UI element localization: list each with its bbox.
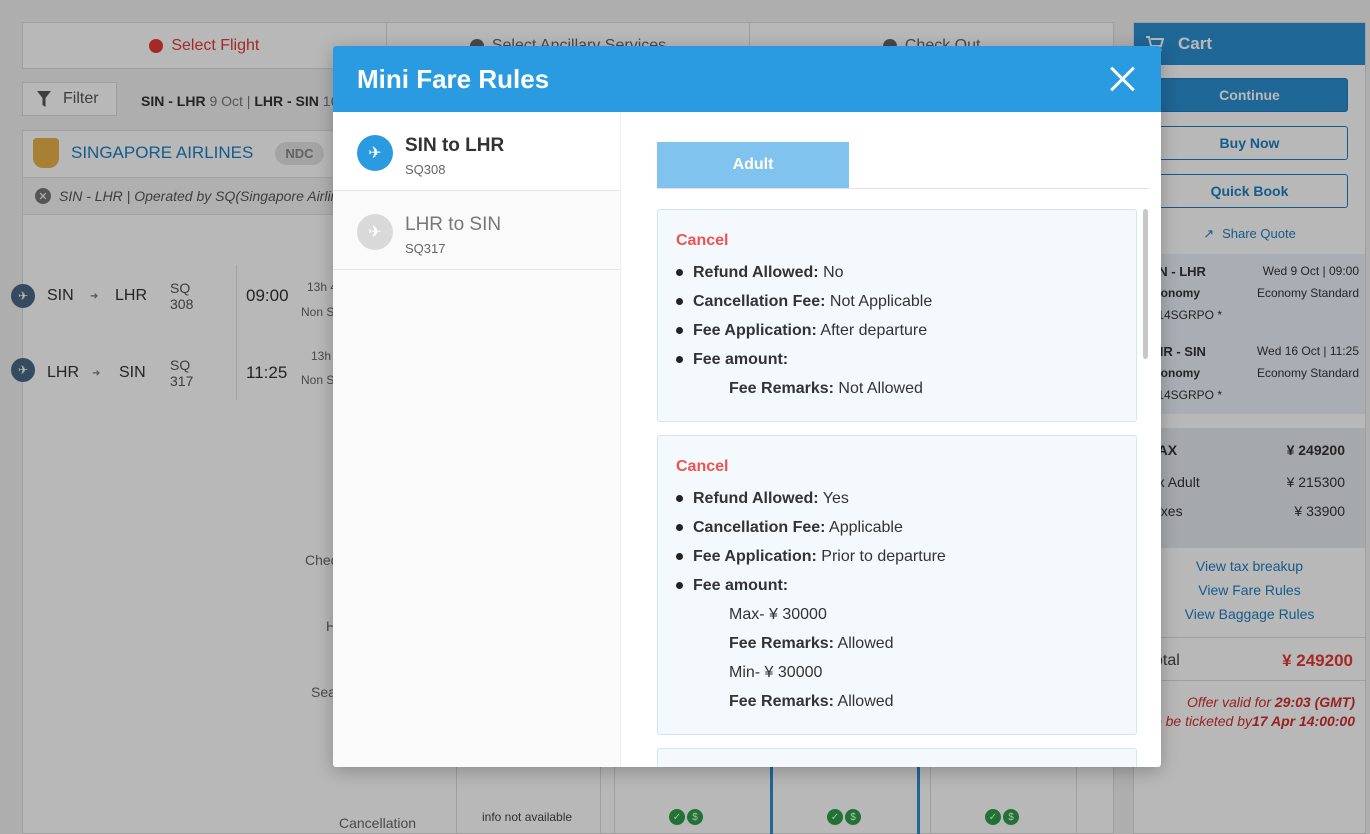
segment-tab-lhr-sin[interactable]: ✈ LHR to SIN SQ317 <box>333 191 620 270</box>
fee-max: Max- ¥ 30000 <box>729 606 827 623</box>
rule-refund: Refund Allowed: No <box>676 258 1118 287</box>
scrollbar[interactable] <box>1143 209 1148 359</box>
passenger-tabs: Adult <box>657 142 1149 189</box>
rule-label: Fee Remarks: <box>729 693 834 710</box>
close-icon[interactable] <box>1107 64 1137 94</box>
modal-title: Mini Fare Rules <box>357 63 550 94</box>
rule-fee-application: Fee Application: After departure <box>676 316 1118 345</box>
rule-refund: Refund Allowed: Yes <box>676 484 1118 513</box>
fee-remarks: Fee Remarks: Allowed <box>676 687 1118 716</box>
rule-value: Allowed <box>833 693 894 710</box>
rule-cancellation-fee: Cancellation Fee: Applicable <box>676 513 1118 542</box>
mini-fare-rules-modal: Mini Fare Rules ✈ SIN to LHR SQ308 ✈ LHR… <box>333 46 1161 767</box>
rule-value: After departure <box>816 322 928 339</box>
segment-code: SQ317 <box>405 241 446 256</box>
rule-value: Allowed <box>833 635 894 652</box>
rule-fee-amount: Fee amount: <box>676 571 1118 600</box>
rule-label: Fee amount: <box>693 351 789 368</box>
rule-label: Refund Allowed: <box>693 264 819 281</box>
rule-label: Fee Remarks: <box>729 635 834 652</box>
rule-fee-amount: Fee amount: <box>676 345 1118 374</box>
rule-cancellation-fee: Cancellation Fee: Not Applicable <box>676 287 1118 316</box>
fee-min: Min- ¥ 30000 <box>729 664 823 681</box>
segment-title: SIN to LHR <box>405 135 505 156</box>
modal-body: ✈ SIN to LHR SQ308 ✈ LHR to SIN SQ317 Ad… <box>333 112 1161 767</box>
rule-list: Refund Allowed: Yes Cancellation Fee: Ap… <box>676 484 1118 600</box>
airplane-icon: ✈ <box>357 135 393 171</box>
airplane-icon: ✈ <box>357 214 393 250</box>
rule-card: Cancel Refund Allowed: No Cancellation F… <box>657 209 1137 422</box>
rule-value: No <box>818 264 844 281</box>
rule-label: Refund Allowed: <box>693 490 819 507</box>
rule-label: Fee Application: <box>693 548 817 565</box>
segment-title: LHR to SIN <box>405 214 502 235</box>
rule-list: Refund Allowed: No Cancellation Fee: Not… <box>676 258 1118 374</box>
tab-adult[interactable]: Adult <box>657 142 849 188</box>
rule-value: Prior to departure <box>816 548 946 565</box>
rule-value: Not Applicable <box>825 293 933 310</box>
rules-scroll-area[interactable]: Cancel Refund Allowed: No Cancellation F… <box>657 209 1137 767</box>
rule-value: Not Allowed <box>833 380 923 397</box>
rule-label: Fee Remarks: <box>729 380 834 397</box>
rules-content: Adult Cancel Refund Allowed: No Cancella… <box>621 112 1161 767</box>
rule-heading: Cancel <box>676 232 729 249</box>
segment-sidebar: ✈ SIN to LHR SQ308 ✈ LHR to SIN SQ317 <box>333 112 621 767</box>
segment-code: SQ308 <box>405 162 446 177</box>
rule-fee-application: Fee Application: Prior to departure <box>676 542 1118 571</box>
rule-card <box>657 748 1137 767</box>
rule-card: Cancel Refund Allowed: Yes Cancellation … <box>657 435 1137 735</box>
rule-label: Cancellation Fee: <box>693 519 826 536</box>
fee-remarks: Fee Remarks: Not Allowed <box>676 374 1118 403</box>
rule-heading: Cancel <box>676 458 729 475</box>
segment-tab-sin-lhr[interactable]: ✈ SIN to LHR SQ308 <box>333 112 620 191</box>
fee-remarks: Fee Remarks: Allowed <box>676 629 1118 658</box>
rule-value: Applicable <box>825 519 903 536</box>
rule-value: Yes <box>818 490 849 507</box>
modal-header: Mini Fare Rules <box>333 46 1161 112</box>
rule-label: Fee Application: <box>693 322 817 339</box>
rule-label: Cancellation Fee: <box>693 293 826 310</box>
rule-label: Fee amount: <box>693 577 789 594</box>
